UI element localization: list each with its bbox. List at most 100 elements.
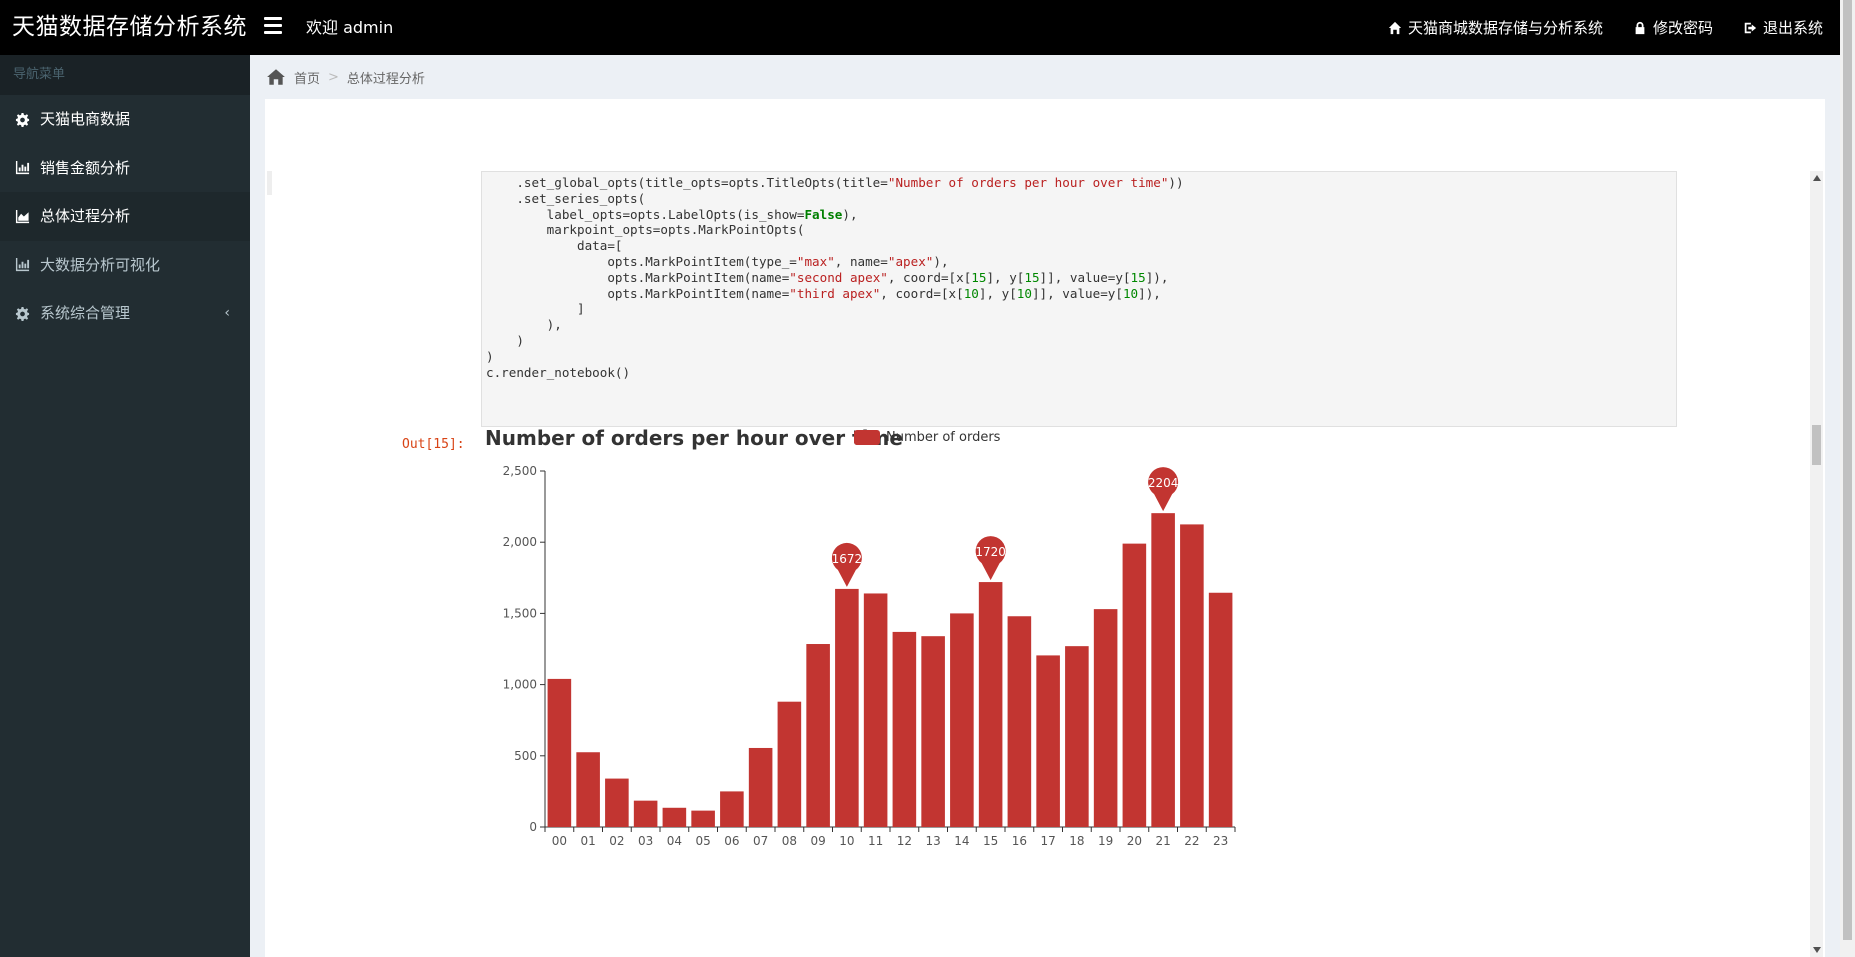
notebook-scrollbar[interactable] bbox=[1810, 171, 1823, 957]
sidebar-item-tmall-data[interactable]: 天猫电商数据 bbox=[0, 95, 250, 144]
x-tick-label: 20 bbox=[1127, 834, 1142, 848]
bar-chart-icon bbox=[15, 258, 30, 272]
x-tick-label: 11 bbox=[868, 834, 883, 848]
change-password-label: 修改密码 bbox=[1652, 19, 1713, 37]
notebook-frame: .set_global_opts(title_opts=opts.TitleOp… bbox=[265, 99, 1825, 957]
bar bbox=[835, 588, 859, 827]
x-tick-label: 10 bbox=[839, 834, 854, 848]
x-tick-label: 09 bbox=[810, 834, 825, 848]
breadcrumb-current: 总体过程分析 bbox=[346, 71, 425, 87]
bar bbox=[748, 747, 773, 827]
sidebar-item-overall-process[interactable]: 总体过程分析 bbox=[0, 192, 250, 241]
code-line: ] bbox=[486, 301, 585, 317]
sidebar-item-label: 大数据分析可视化 bbox=[40, 255, 161, 274]
code-line: markpoint_opts=opts.MarkPointOpts( bbox=[486, 222, 805, 238]
breadcrumb-separator: > bbox=[328, 69, 339, 85]
bar bbox=[921, 636, 945, 827]
sidebar-item-label: 总体过程分析 bbox=[40, 207, 131, 225]
x-tick-label: 03 bbox=[638, 834, 653, 848]
code-line: c.render_notebook() bbox=[486, 364, 631, 380]
chart-svg: 0 500 1,000 1,500 2,000 2,500 00 01 02 03 04 05 06 07… bbox=[503, 464, 1236, 848]
y-tick-label: 1,500 bbox=[503, 606, 537, 620]
bar bbox=[633, 800, 658, 827]
y-tick-label: 2,000 bbox=[503, 535, 537, 549]
x-tick-label: 17 bbox=[1040, 834, 1055, 848]
bar bbox=[1122, 543, 1147, 827]
bar bbox=[806, 644, 830, 827]
app-brand[interactable]: 天猫数据存储分析系统 bbox=[12, 0, 247, 55]
x-tick-label: 02 bbox=[609, 834, 624, 848]
y-tick-label: 2,500 bbox=[503, 464, 537, 478]
sidebar-item-bigdata-visualization[interactable]: 大数据分析可视化 bbox=[0, 241, 250, 290]
code-line: label_opts=opts.LabelOpts(is_show=False)… bbox=[486, 206, 858, 222]
logout-link[interactable]: 退出系统 bbox=[1743, 17, 1823, 38]
bar bbox=[1093, 609, 1118, 827]
breadcrumb: 首页 > 总体过程分析 bbox=[266, 55, 425, 99]
bar bbox=[1007, 616, 1032, 827]
x-tick-label: 07 bbox=[753, 834, 768, 848]
code-line: ) bbox=[486, 333, 524, 348]
x-tick-label: 21 bbox=[1155, 834, 1170, 848]
scroll-down-arrow[interactable] bbox=[1813, 947, 1821, 953]
x-tick-label: 15 bbox=[983, 834, 998, 848]
sidebar-item-label: 销售金额分析 bbox=[40, 158, 131, 177]
y-tick-label: 1,000 bbox=[503, 678, 537, 692]
scroll-thumb[interactable] bbox=[1812, 425, 1821, 465]
scroll-up-arrow[interactable] bbox=[1813, 175, 1821, 181]
bar bbox=[576, 752, 600, 827]
bar-chart-icon bbox=[15, 161, 30, 175]
bar bbox=[978, 582, 1003, 827]
x-tick-label: 05 bbox=[695, 834, 710, 848]
top-nav-links: 天猫商城数据存储与分析系统 修改密码 退出系统 bbox=[1388, 0, 1823, 55]
sidebar-item-label: 天猫电商数据 bbox=[40, 110, 131, 128]
x-tick-label: 00 bbox=[552, 834, 567, 848]
markpoint-label: 2204 bbox=[1148, 476, 1179, 490]
bar bbox=[950, 613, 974, 827]
code-line: opts.MarkPointItem(name="third apex", co… bbox=[486, 285, 1161, 301]
lock-icon bbox=[1635, 21, 1645, 34]
page-scrollbar[interactable] bbox=[1840, 0, 1855, 957]
x-tick-label: 18 bbox=[1069, 834, 1084, 848]
page-scroll-thumb[interactable] bbox=[1843, 0, 1852, 940]
x-tick-label: 06 bbox=[724, 834, 739, 848]
markpoint-label: 1720 bbox=[975, 545, 1006, 559]
bar bbox=[1151, 513, 1175, 827]
x-tick-label: 22 bbox=[1184, 834, 1199, 848]
x-tick-label: 12 bbox=[897, 834, 912, 848]
sidebar-item-label: 系统综合管理 bbox=[40, 304, 131, 322]
cell-selection-marker bbox=[267, 171, 272, 195]
legend-swatch bbox=[854, 430, 880, 445]
output-prompt: Out[15]: bbox=[402, 437, 465, 452]
gear-icon bbox=[15, 112, 30, 127]
bar bbox=[605, 778, 629, 827]
menu-toggle-icon[interactable] bbox=[264, 17, 282, 37]
code-line: ) bbox=[486, 348, 494, 364]
chevron-left-icon[interactable]: ‹ bbox=[224, 289, 230, 338]
x-tick-label: 01 bbox=[580, 834, 595, 848]
sidebar-item-system-management[interactable]: 系统综合管理 ‹ bbox=[0, 289, 250, 338]
area-chart-icon bbox=[15, 209, 30, 223]
sidebar-item-sales-analysis[interactable]: 销售金额分析 bbox=[0, 144, 250, 193]
code-line: ), bbox=[486, 317, 562, 333]
main-content: 首页 > 总体过程分析 .set_global_opts(title_opts=… bbox=[250, 55, 1840, 957]
home-system-link[interactable]: 天猫商城数据存储与分析系统 bbox=[1388, 17, 1603, 38]
bar bbox=[863, 593, 888, 827]
sidebar: 导航菜单 天猫电商数据 销售金额分析 总体过程分析 大数据分析可视化 系统综合管… bbox=[0, 55, 250, 957]
bar bbox=[720, 791, 744, 827]
x-tick-label: 08 bbox=[782, 834, 797, 848]
x-tick-label: 19 bbox=[1098, 834, 1113, 848]
home-icon[interactable] bbox=[266, 68, 286, 86]
x-tick-label: 13 bbox=[925, 834, 940, 848]
welcome-text: 欢迎 admin bbox=[306, 18, 394, 37]
chart-legend[interactable]: Number of orders bbox=[854, 430, 1000, 445]
bar bbox=[892, 631, 917, 827]
change-password-link[interactable]: 修改密码 bbox=[1633, 17, 1713, 38]
logout-label: 退出系统 bbox=[1762, 19, 1823, 37]
bar-chart: 0 500 1,000 1,500 2,000 2,500 00 01 02 03 04 05 06 07… bbox=[485, 459, 1245, 903]
bar bbox=[1065, 646, 1089, 827]
breadcrumb-home[interactable]: 首页 bbox=[294, 68, 320, 87]
code-cell[interactable]: .set_global_opts(title_opts=opts.TitleOp… bbox=[481, 171, 1677, 427]
code-line: opts.MarkPointItem(name="second apex", c… bbox=[486, 269, 1169, 285]
bar bbox=[1180, 524, 1204, 827]
code-line: .set_series_opts( bbox=[486, 190, 646, 206]
